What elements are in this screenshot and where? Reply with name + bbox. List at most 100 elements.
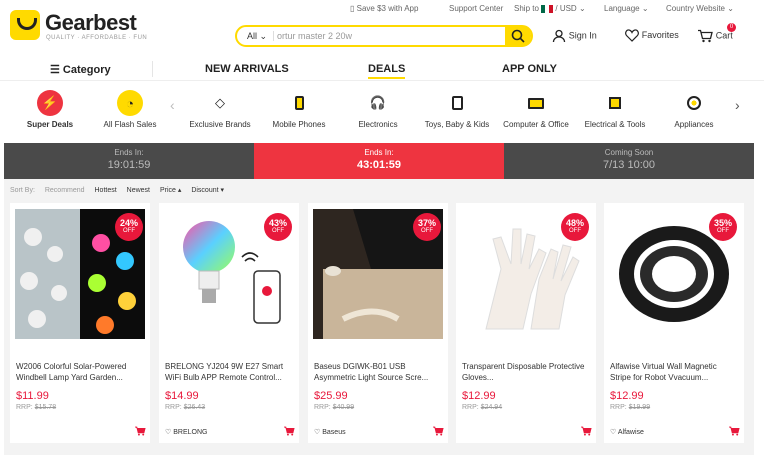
- category-row: ‹ ⚡ Super Deals ◔ All Flash Sales ◇ Excl…: [0, 85, 764, 140]
- product-price: $12.99: [610, 390, 644, 402]
- language-selector[interactable]: Language ⌄: [604, 4, 649, 13]
- appliance-icon: [681, 90, 707, 116]
- add-to-cart-icon[interactable]: [728, 426, 740, 436]
- category-appliances[interactable]: Appliances: [649, 85, 739, 129]
- nav-deals[interactable]: DEALS: [368, 63, 406, 79]
- heart-small-icon: ♡: [165, 429, 172, 436]
- product-price: $25.99: [314, 390, 348, 402]
- logo-text: Gearbest: [45, 10, 137, 35]
- add-to-cart-icon[interactable]: [283, 426, 295, 436]
- category-super-deals[interactable]: ⚡ Super Deals: [5, 85, 95, 129]
- shopping-cart-icon: [698, 29, 713, 43]
- time-slot-1[interactable]: Ends In: 19:01:59: [4, 143, 254, 179]
- discount-badge: 24% OFF: [115, 213, 143, 241]
- nav-app-only[interactable]: APP ONLY: [502, 63, 557, 75]
- search-category-select[interactable]: All ⌄: [247, 31, 267, 42]
- product-card[interactable]: 35% OFF Alfawise Virtual Wall Magnetic St…: [604, 203, 744, 443]
- discount-badge: 37% OFF: [413, 213, 441, 241]
- app-promo-link[interactable]: ▯ Save $3 with App: [350, 4, 418, 13]
- headphones-icon: 🎧: [369, 95, 387, 110]
- product-card[interactable]: 43% OFF BRELONG YJ204 9W E27 Smart WiFi B…: [159, 203, 299, 443]
- time-slot-2[interactable]: Ends In: 43:01:59: [254, 143, 504, 179]
- logo-mark-icon: [10, 10, 40, 40]
- nav-divider: [152, 61, 153, 77]
- product-name[interactable]: Baseus DGIWK-B01 USB Asymmetric Light So…: [314, 361, 442, 383]
- brand-link[interactable]: ♡ Alfawise: [610, 428, 644, 436]
- cart-count-badge: 0: [727, 23, 736, 32]
- discount-badge: 35% OFF: [709, 213, 737, 241]
- search-input[interactable]: [277, 29, 497, 43]
- product-price: $14.99: [165, 390, 199, 402]
- search-separator: [273, 31, 274, 41]
- product-card[interactable]: 37% OFF Baseus DGIWK-B01 USB Asymmetric L…: [308, 203, 448, 443]
- sort-discount[interactable]: Discount ▾: [191, 187, 224, 194]
- gearbest-logo[interactable]: Gearbest QUALITY · AFFORDABLE · FUN: [10, 10, 160, 46]
- category-electronics[interactable]: 🎧 Electronics: [333, 85, 423, 129]
- add-to-cart-icon[interactable]: [580, 426, 592, 436]
- product-rrp: RRP: $40.99: [314, 404, 355, 411]
- product-image: 24% OFF: [15, 209, 145, 339]
- chip-icon: [602, 90, 628, 116]
- product-image: 35% OFF: [609, 209, 739, 339]
- add-to-cart-icon[interactable]: [134, 426, 146, 436]
- monitor-icon: [523, 90, 549, 116]
- user-icon: [552, 29, 566, 43]
- diamond-icon: ◇: [215, 95, 225, 110]
- logo-tagline: QUALITY · AFFORDABLE · FUN: [46, 35, 148, 41]
- product-image: 37% OFF: [313, 209, 443, 339]
- category-exclusive-brands[interactable]: ◇ Exclusive Brands: [175, 85, 265, 129]
- brand-link[interactable]: ♡ BRELONG: [165, 428, 207, 436]
- clock-icon: ◔: [117, 90, 143, 116]
- product-card[interactable]: 48% OFF Transparent Disposable Protective…: [456, 203, 596, 443]
- product-price: $11.99: [16, 390, 49, 402]
- brand-link[interactable]: ♡ Baseus: [314, 428, 346, 436]
- sort-recommend[interactable]: Recommend: [45, 187, 85, 194]
- nav-new-arrivals[interactable]: NEW ARRIVALS: [205, 63, 289, 75]
- category-mobile-phones[interactable]: Mobile Phones: [254, 85, 344, 129]
- cart-link[interactable]: Cart 0: [697, 23, 736, 43]
- heart-small-icon: ♡: [610, 429, 617, 436]
- sign-in-link[interactable]: Sign In: [552, 29, 597, 43]
- product-image: 48% OFF: [461, 209, 591, 339]
- category-computer-office[interactable]: Computer & Office: [491, 85, 581, 129]
- product-rrp: RRP: $24.94: [462, 404, 503, 411]
- product-image: 43% OFF: [164, 209, 294, 339]
- add-to-cart-icon[interactable]: [432, 426, 444, 436]
- sort-price[interactable]: Price ▴: [160, 187, 181, 194]
- product-name[interactable]: Alfawise Virtual Wall Magnetic Stripe fo…: [610, 361, 738, 383]
- product-name[interactable]: Transparent Disposable Protective Gloves…: [462, 361, 590, 383]
- support-center-link[interactable]: Support Center: [449, 4, 503, 13]
- category-menu[interactable]: ☰ Category: [50, 63, 111, 76]
- product-name[interactable]: BRELONG YJ204 9W E27 Smart WiFi Bulb APP…: [165, 361, 293, 383]
- mexico-flag-icon: [541, 4, 554, 13]
- toy-icon: [444, 90, 470, 116]
- time-slot-3[interactable]: Coming Soon 7/13 10:00: [504, 143, 754, 179]
- flash-sale-timebar: Ends In: 19:01:59 Ends In: 43:01:59 Comi…: [4, 143, 754, 179]
- search-icon: [511, 29, 525, 43]
- heart-small-icon: ♡: [314, 429, 321, 436]
- category-all-flash-sales[interactable]: ◔ All Flash Sales: [85, 85, 175, 129]
- sort-newest[interactable]: Newest: [127, 187, 150, 194]
- category-toys-baby-kids[interactable]: Toys, Baby & Kids: [412, 85, 502, 129]
- product-card[interactable]: 24% OFF W2006 Colorful Solar-Powered Wind…: [10, 203, 150, 443]
- discount-badge: 48% OFF: [561, 213, 589, 241]
- product-rrp: RRP: $26.43: [165, 404, 206, 411]
- lightning-icon: ⚡: [37, 90, 63, 116]
- search-button[interactable]: [505, 25, 531, 47]
- country-website-selector[interactable]: Country Website ⌄: [666, 4, 734, 13]
- category-electrical-tools[interactable]: Electrical & Tools: [570, 85, 660, 129]
- phone-icon: [286, 90, 312, 116]
- search-bar: All ⌄: [235, 25, 533, 47]
- discount-badge: 43% OFF: [264, 213, 292, 241]
- sort-bar: Sort By: Recommend Hottest Newest Price …: [10, 187, 225, 194]
- product-name[interactable]: W2006 Colorful Solar-Powered Windbell La…: [16, 361, 144, 383]
- chevron-right-icon[interactable]: ›: [735, 97, 740, 113]
- product-rrp: RRP: $19.99: [610, 404, 651, 411]
- main-navigation: ☰ Category NEW ARRIVALS DEALS APP ONLY: [0, 57, 764, 81]
- sort-hottest[interactable]: Hottest: [95, 187, 117, 194]
- favorites-link[interactable]: Favorites: [625, 29, 679, 42]
- heart-icon: [625, 29, 639, 42]
- ship-to-selector[interactable]: Ship to / USD ⌄: [514, 4, 586, 13]
- product-price: $12.99: [462, 390, 496, 402]
- product-rrp: RRP: $15.78: [16, 404, 57, 411]
